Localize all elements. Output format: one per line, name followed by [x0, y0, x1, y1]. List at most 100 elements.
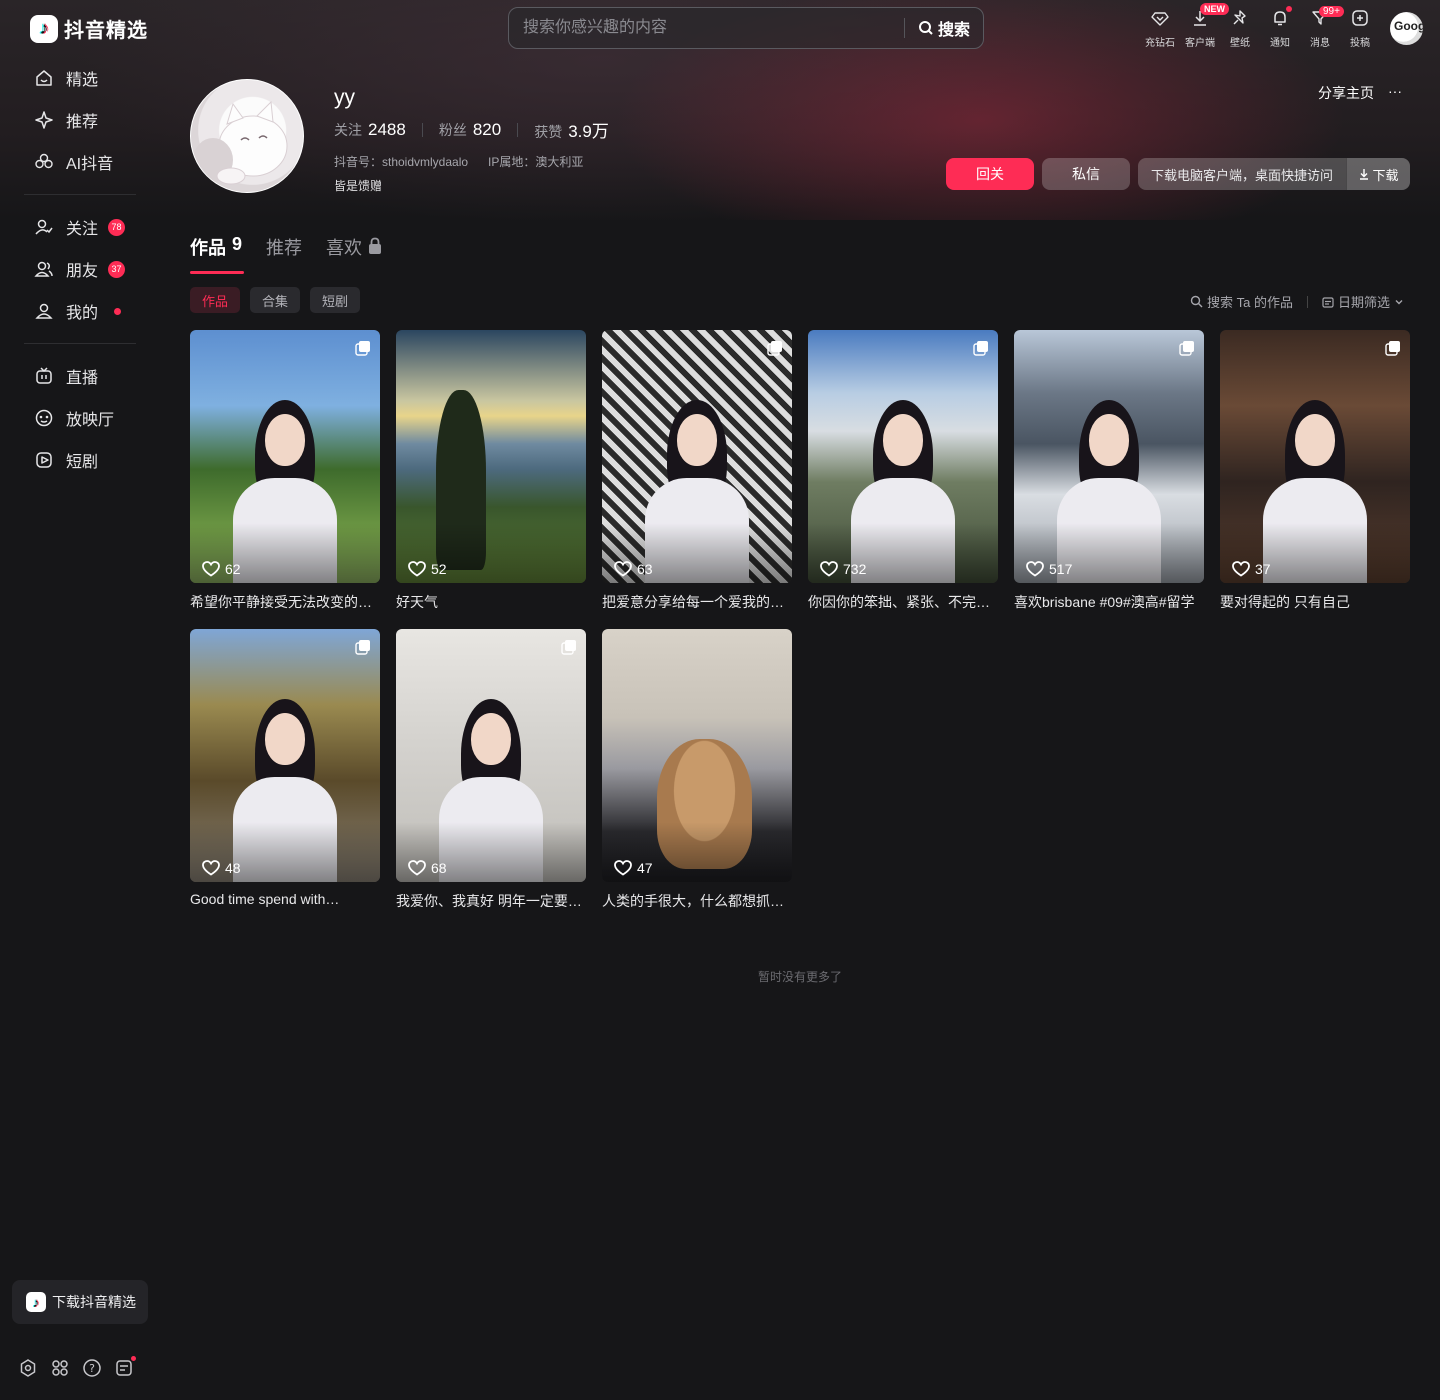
video-thumbnail[interactable]: 517 [1014, 330, 1204, 583]
like-count-value: 37 [1255, 561, 1271, 577]
apps-icon[interactable] [50, 1358, 70, 1378]
video-card[interactable]: 62 希望你平静接受无法改变的… [190, 330, 380, 612]
multi-image-icon [561, 640, 576, 655]
topbar-action-diamond[interactable]: 充钻石 [1140, 8, 1180, 49]
friends-icon [34, 259, 54, 279]
sidebar-item-3-social[interactable]: 我的 [24, 290, 136, 332]
video-card[interactable]: 63 把爱意分享给每一个爱我的… [602, 330, 792, 612]
video-card[interactable]: 37 要对得起的 只有自己 [1220, 330, 1410, 612]
heart-icon [1232, 561, 1250, 577]
video-title: 把爱意分享给每一个爱我的… [602, 594, 784, 610]
follow-back-button[interactable]: 回关 [946, 158, 1034, 190]
user-icon [34, 301, 54, 321]
like-count: 63 [614, 561, 653, 577]
sidebar-item-label: 短剧 [66, 454, 99, 471]
more-options-icon[interactable]: ··· [1388, 83, 1402, 103]
topbar-action-upload-plus[interactable]: 投稿 [1340, 8, 1380, 49]
video-thumbnail[interactable]: 732 [808, 330, 998, 583]
like-count: 37 [1232, 561, 1271, 577]
video-card[interactable]: 47 人类的手很大，什么都想抓… [602, 629, 792, 911]
topbar-action-message[interactable]: 消息 99+ [1300, 6, 1344, 49]
filter-chip-1[interactable]: 作品 [190, 287, 241, 313]
sidebar-item-label: 放映厅 [66, 412, 115, 429]
search-works-label: 搜索 Ta 的作品 [1207, 295, 1293, 310]
desktop-client-banner[interactable]: 下载电脑客户端，桌面快捷访问 下载 [1138, 158, 1410, 190]
stat-value: 820 [472, 119, 502, 139]
search-button[interactable]: 搜索 [905, 16, 983, 40]
video-thumbnail[interactable]: 68 [396, 629, 586, 882]
diamond-icon [1150, 8, 1170, 28]
download-app-button[interactable]: ♪ 下载抖音精选 [12, 1280, 148, 1324]
video-thumbnail[interactable]: 62 [190, 330, 380, 583]
tab-label: 喜欢 [326, 238, 363, 258]
sidebar-item-3-primary[interactable]: AI抖音 [24, 141, 136, 183]
video-thumbnail[interactable]: 48 [190, 629, 380, 882]
video-thumbnail[interactable]: 52 [396, 330, 586, 583]
like-count: 62 [202, 561, 241, 577]
download-client-button[interactable]: 下载 [1346, 158, 1410, 190]
topbar-action-bell[interactable]: 通知 [1260, 6, 1300, 49]
white-cat-avatar-icon [193, 100, 288, 185]
download-icon [1360, 169, 1369, 180]
sidebar-item-1-social[interactable]: 关注 78 [24, 206, 136, 248]
tab-1[interactable]: 作品 9 [190, 234, 245, 274]
stat-3[interactable]: 获赞 3.9万 [534, 117, 609, 142]
svg-text:?: ? [89, 1362, 95, 1375]
filter-chip-3[interactable]: 短剧 [310, 287, 361, 313]
sidebar-item-2-media[interactable]: 放映厅 [24, 397, 136, 439]
user-avatar[interactable]: Goog [1390, 12, 1423, 45]
like-count: 48 [202, 860, 241, 876]
top-actions: 充钻石 客户端 NEW 壁纸 通知 消息 99+ 投稿 [1140, 3, 1380, 49]
share-profile-button[interactable]: 分享主页 ··· [1318, 83, 1402, 103]
douyin-logo-icon: ♪ [26, 1292, 46, 1312]
topbar-action-pin[interactable]: 壁纸 [1220, 8, 1260, 49]
like-count-value: 517 [1049, 561, 1073, 577]
message-button[interactable]: 私信 [1042, 158, 1130, 190]
feedback-icon[interactable] [114, 1356, 136, 1378]
heart-icon [408, 561, 426, 577]
lock-icon [369, 237, 382, 254]
douyin-id[interactable]: 抖音号：sthoidvmlydaalo [334, 153, 468, 170]
video-thumbnail[interactable]: 63 [602, 330, 792, 583]
tab-3[interactable]: 喜欢 [326, 234, 382, 274]
works-filter-chips: 作品 合集 短剧 [190, 287, 361, 313]
video-card[interactable]: 68 我爱你、我真好 明年一定要… [396, 629, 586, 911]
stat-1[interactable]: 关注 2488 [334, 120, 406, 140]
date-filter-label: 日期筛选 [1337, 295, 1390, 310]
tab-2[interactable]: 推荐 [266, 234, 302, 274]
unread-badge: 37 [108, 260, 126, 278]
video-card[interactable]: 52 好天气 [396, 330, 586, 612]
search-input[interactable] [509, 8, 904, 48]
sidebar-item-label: AI抖音 [66, 156, 114, 173]
sidebar-item-2-primary[interactable]: 推荐 [24, 99, 136, 141]
video-thumbnail[interactable]: 37 [1220, 330, 1410, 583]
sidebar-item-1-media[interactable]: 直播 [24, 355, 136, 397]
stat-2[interactable]: 粉丝 820 [439, 120, 501, 140]
video-card[interactable]: 517 喜欢brisbane #09#澳高#留学 [1014, 330, 1204, 612]
profile-avatar[interactable] [190, 79, 304, 193]
video-title: 喜欢brisbane #09#澳高#留学 [1014, 594, 1195, 610]
sidebar-item-1-primary[interactable]: 精选 [24, 57, 136, 99]
sidebar-item-2-social[interactable]: 朋友 37 [24, 248, 136, 290]
profile-name: yy [334, 86, 355, 109]
sidebar-item-label: 我的 [66, 305, 99, 322]
video-card[interactable]: 732 你因你的笨拙、紧张、不完… [808, 330, 998, 612]
search-works-button[interactable]: 搜索 Ta 的作品 [1190, 292, 1293, 311]
video-thumbnail[interactable]: 47 [602, 629, 792, 882]
stat-divider [421, 122, 423, 137]
sidebar-item-3-media[interactable]: 短剧 [24, 439, 136, 481]
video-title: 希望你平静接受无法改变的… [190, 594, 372, 610]
like-count: 47 [614, 860, 653, 876]
video-card[interactable]: 48 Good time spend with… [190, 629, 380, 907]
stat-divider [517, 122, 519, 137]
app-logo[interactable]: ♪ 抖音精选 [30, 14, 148, 43]
filter-chip-2[interactable]: 合集 [250, 287, 301, 313]
stat-label: 粉丝 [438, 121, 467, 138]
settings-icon[interactable] [18, 1358, 38, 1378]
topbar-action-download[interactable]: 客户端 NEW [1180, 3, 1229, 49]
video-title: 要对得起的 只有自己 [1220, 594, 1350, 610]
sidebar: ♪ 抖音精选 精选 推荐 AI抖音 关注 78 朋友 37 我的 直播放映厅短剧 ♪ 下载抖… [0, 0, 160, 1400]
date-filter-dropdown[interactable]: 日期筛选 [1322, 292, 1404, 311]
heart-icon [614, 860, 632, 876]
help-icon[interactable]: ? [82, 1358, 102, 1378]
